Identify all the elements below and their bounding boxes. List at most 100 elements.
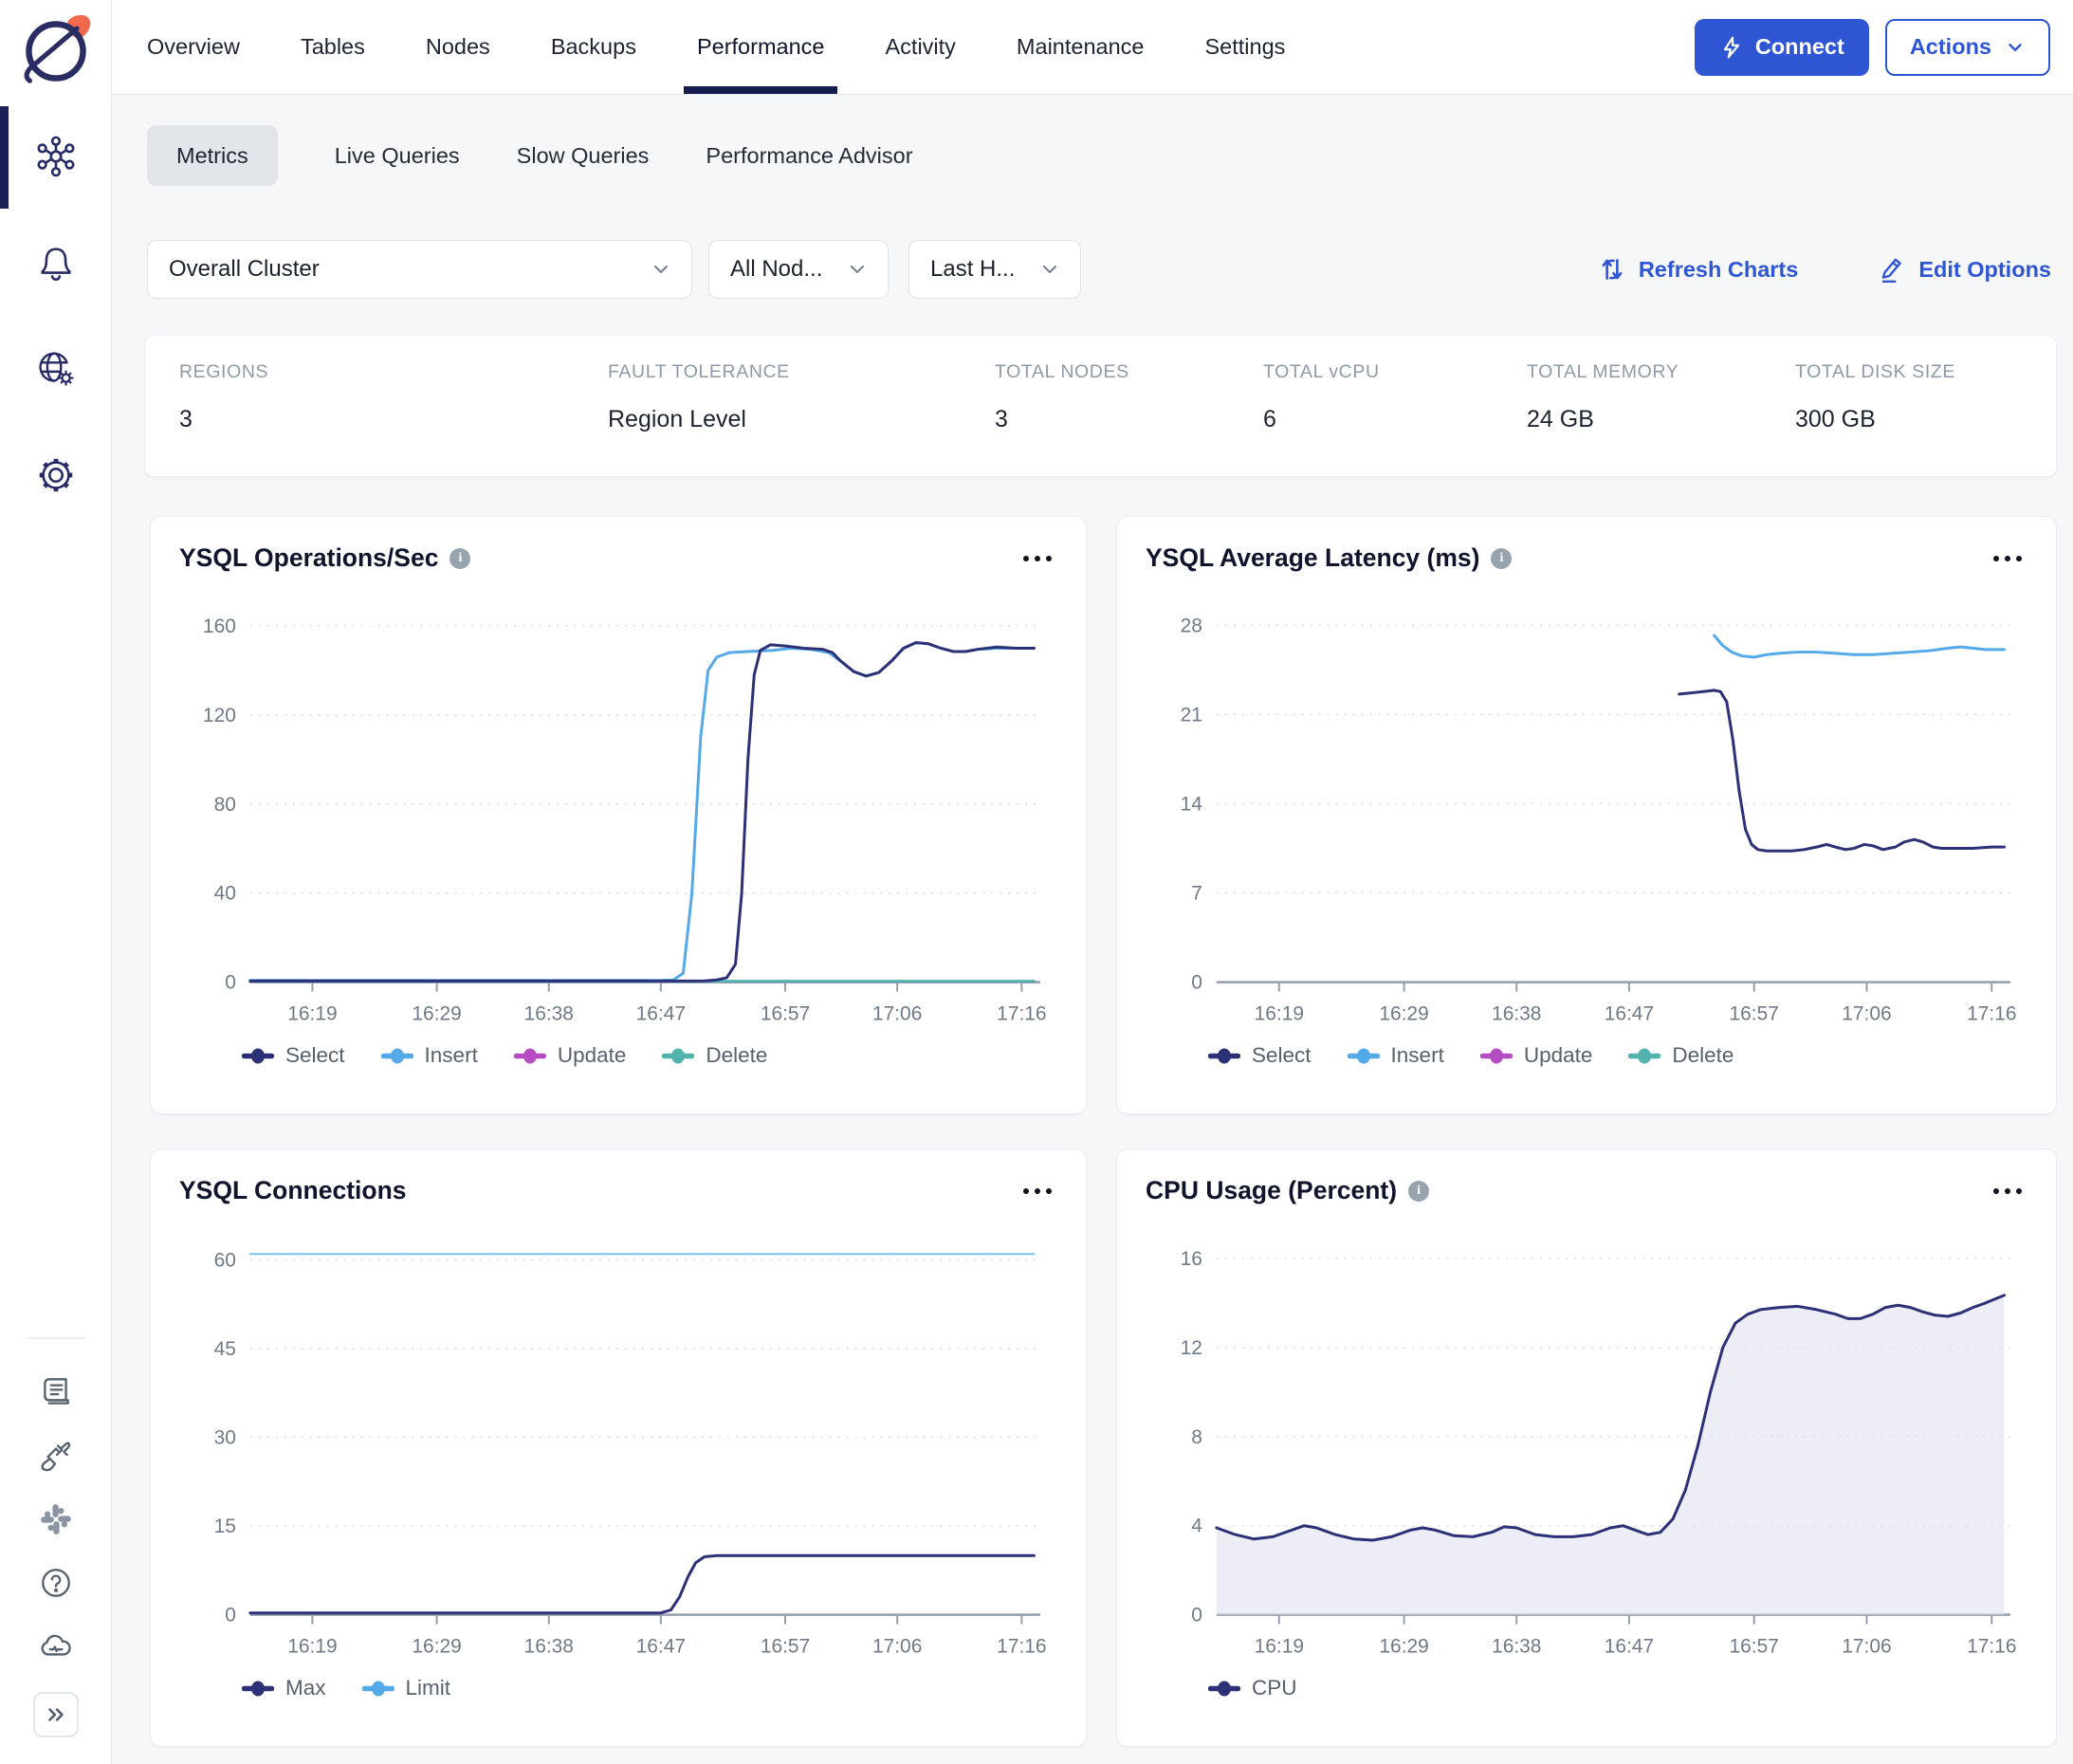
tab-nodes[interactable]: Nodes bbox=[426, 0, 490, 94]
chart-canvas: 01530456016:1916:2916:3816:4716:5717:061… bbox=[179, 1222, 1057, 1668]
yugabyte-logo bbox=[12, 8, 100, 95]
subtab-live-queries[interactable]: Live Queries bbox=[335, 143, 460, 169]
svg-text:16:19: 16:19 bbox=[287, 1636, 337, 1658]
svg-text:14: 14 bbox=[1181, 793, 1203, 815]
legend-item-limit[interactable]: Limit bbox=[362, 1676, 451, 1700]
edit-options-link[interactable]: Edit Options bbox=[1878, 255, 2051, 284]
svg-text:17:16: 17:16 bbox=[1967, 1636, 2016, 1658]
chart-plot: 01530456016:1916:2916:3816:4716:5717:061… bbox=[179, 1222, 1057, 1668]
legend-label: Limit bbox=[406, 1676, 451, 1700]
tab-activity[interactable]: Activity bbox=[885, 0, 955, 94]
chart-title: YSQL Connections bbox=[179, 1176, 407, 1205]
admin-gear-icon[interactable] bbox=[34, 453, 78, 497]
cloud-status-icon[interactable] bbox=[38, 1628, 74, 1664]
chart-menu-button[interactable] bbox=[1988, 1183, 2027, 1200]
refresh-charts-link[interactable]: Refresh Charts bbox=[1598, 255, 1798, 284]
tab-backups[interactable]: Backups bbox=[551, 0, 636, 94]
legend-label: Select bbox=[1252, 1043, 1312, 1068]
svg-text:60: 60 bbox=[214, 1249, 236, 1271]
lightning-icon bbox=[1719, 35, 1744, 60]
legend-label: Insert bbox=[1391, 1043, 1444, 1068]
chart-menu-button[interactable] bbox=[1018, 1183, 1057, 1200]
docs-book-icon[interactable] bbox=[38, 1374, 74, 1410]
chart-canvas: 0408012016016:1916:2916:3816:4716:5717:0… bbox=[179, 590, 1057, 1036]
legend-label: Insert bbox=[425, 1043, 478, 1068]
svg-text:80: 80 bbox=[214, 794, 236, 816]
stat-fault-tolerance: FAULT TOLERANCE Region Level bbox=[608, 361, 995, 450]
subtab-slow-queries[interactable]: Slow Queries bbox=[517, 143, 650, 169]
svg-text:12: 12 bbox=[1181, 1337, 1202, 1359]
stat-total-disk: TOTAL DISK SIZE 300 GB bbox=[1795, 361, 2022, 450]
svg-text:16:29: 16:29 bbox=[412, 1003, 461, 1025]
svg-text:16:38: 16:38 bbox=[524, 1003, 574, 1025]
chart-menu-button[interactable] bbox=[1988, 550, 2027, 567]
integrations-plug-icon[interactable] bbox=[38, 1438, 74, 1474]
svg-text:16:47: 16:47 bbox=[636, 1003, 686, 1025]
svg-text:160: 160 bbox=[203, 616, 236, 637]
chart-plot: 0714212816:1916:2916:3816:4716:5717:0617… bbox=[1146, 590, 2027, 1036]
sidebar-expand-button[interactable] bbox=[33, 1692, 79, 1737]
sidebar bbox=[0, 0, 112, 1764]
svg-text:16:57: 16:57 bbox=[761, 1636, 810, 1658]
svg-text:4: 4 bbox=[1191, 1516, 1202, 1537]
subtab-metrics[interactable]: Metrics bbox=[147, 125, 278, 186]
info-icon[interactable]: i bbox=[1408, 1181, 1429, 1202]
tab-performance[interactable]: Performance bbox=[697, 0, 825, 94]
cluster-scope-select[interactable]: Overall Cluster bbox=[147, 240, 692, 299]
cluster-tabs: Overview Tables Nodes Backups Performanc… bbox=[147, 0, 1285, 94]
legend-item-delete[interactable]: Delete bbox=[1628, 1043, 1734, 1068]
tab-settings[interactable]: Settings bbox=[1205, 0, 1286, 94]
legend-item-select[interactable]: Select bbox=[1208, 1043, 1312, 1068]
nodes-select[interactable]: All Nod... bbox=[708, 240, 889, 299]
tab-maintenance[interactable]: Maintenance bbox=[1017, 0, 1145, 94]
svg-text:16:38: 16:38 bbox=[1492, 1003, 1541, 1025]
app-root: Overview Tables Nodes Backups Performanc… bbox=[0, 0, 2073, 1764]
chart-menu-button[interactable] bbox=[1018, 550, 1057, 567]
svg-text:16:47: 16:47 bbox=[1605, 1636, 1654, 1658]
info-icon[interactable]: i bbox=[449, 548, 470, 569]
legend-item-insert[interactable]: Insert bbox=[1348, 1043, 1444, 1068]
svg-text:16:47: 16:47 bbox=[1605, 1003, 1654, 1025]
alerts-bell-icon[interactable] bbox=[34, 241, 78, 285]
legend-item-update[interactable]: Update bbox=[1480, 1043, 1593, 1068]
sidebar-active-indicator bbox=[0, 106, 9, 209]
legend-marker-icon bbox=[662, 1048, 694, 1064]
svg-text:28: 28 bbox=[1181, 615, 1202, 636]
slack-icon[interactable] bbox=[38, 1501, 74, 1537]
legend-label: Update bbox=[558, 1043, 627, 1068]
svg-text:16:38: 16:38 bbox=[1492, 1636, 1541, 1658]
chart-canvas: 0714212816:1916:2916:3816:4716:5717:0617… bbox=[1146, 590, 2027, 1036]
tab-overview[interactable]: Overview bbox=[147, 0, 240, 94]
legend-item-cpu[interactable]: CPU bbox=[1208, 1676, 1297, 1700]
svg-text:15: 15 bbox=[214, 1516, 236, 1537]
legend-item-max[interactable]: Max bbox=[242, 1676, 326, 1700]
info-icon[interactable]: i bbox=[1491, 548, 1512, 569]
chart-title: YSQL Average Latency (ms) bbox=[1146, 543, 1479, 573]
help-icon[interactable] bbox=[38, 1565, 74, 1601]
svg-text:30: 30 bbox=[214, 1427, 236, 1449]
clusters-icon[interactable] bbox=[34, 135, 78, 178]
legend-marker-icon bbox=[362, 1681, 394, 1697]
subtab-performance-advisor[interactable]: Performance Advisor bbox=[706, 143, 912, 169]
svg-text:16:29: 16:29 bbox=[412, 1636, 461, 1658]
time-range-select[interactable]: Last H... bbox=[908, 240, 1081, 299]
legend-marker-icon bbox=[1480, 1048, 1513, 1064]
chevron-down-icon bbox=[846, 258, 869, 281]
cluster-topnav: Overview Tables Nodes Backups Performanc… bbox=[112, 0, 2073, 95]
legend-item-delete[interactable]: Delete bbox=[662, 1043, 767, 1068]
legend-item-update[interactable]: Update bbox=[514, 1043, 627, 1068]
svg-text:16:19: 16:19 bbox=[1255, 1636, 1304, 1658]
actions-button[interactable]: Actions bbox=[1885, 19, 2050, 76]
chart-plot: 0408012016016:1916:2916:3816:4716:5717:0… bbox=[179, 590, 1057, 1036]
svg-text:40: 40 bbox=[214, 883, 236, 905]
tab-tables[interactable]: Tables bbox=[301, 0, 365, 94]
network-settings-globe-icon[interactable] bbox=[34, 347, 78, 391]
legend-item-select[interactable]: Select bbox=[242, 1043, 345, 1068]
chevron-down-icon bbox=[1038, 258, 1061, 281]
legend-item-insert[interactable]: Insert bbox=[381, 1043, 478, 1068]
refresh-icon bbox=[1598, 255, 1626, 284]
svg-text:16:38: 16:38 bbox=[524, 1636, 574, 1658]
svg-text:120: 120 bbox=[203, 705, 236, 726]
svg-text:16:57: 16:57 bbox=[1730, 1003, 1779, 1025]
connect-button[interactable]: Connect bbox=[1695, 19, 1869, 76]
